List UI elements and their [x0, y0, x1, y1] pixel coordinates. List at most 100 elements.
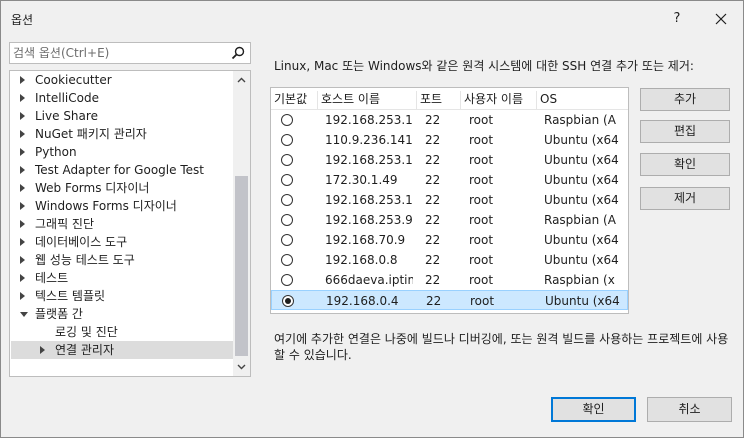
- tree-item-label: Live Share: [35, 109, 98, 123]
- collapse-arrow-icon[interactable]: [20, 112, 25, 120]
- tree-item[interactable]: NuGet 패키지 관리자: [11, 125, 233, 143]
- collapse-arrow-icon[interactable]: [20, 94, 25, 102]
- tree-item-label: 그래픽 진단: [35, 217, 95, 231]
- tree-item[interactable]: Live Share: [11, 107, 233, 125]
- tree-scrollbar[interactable]: [233, 71, 250, 376]
- column-header-user[interactable]: 사용자 이름: [461, 91, 537, 109]
- default-radio[interactable]: [282, 295, 294, 307]
- collapse-arrow-icon[interactable]: [20, 166, 25, 174]
- connection-row[interactable]: 192.168.253.199 22 root Raspbian (A: [271, 110, 628, 130]
- scroll-down-icon[interactable]: [237, 362, 246, 371]
- ok-button[interactable]: 확인: [551, 397, 636, 422]
- default-radio[interactable]: [281, 234, 293, 246]
- user-cell: root: [469, 133, 494, 147]
- tree-item[interactable]: Test Adapter for Google Test: [11, 161, 233, 179]
- default-radio[interactable]: [281, 134, 293, 146]
- host-cell: 192.168.253.199: [325, 113, 413, 127]
- default-radio[interactable]: [281, 274, 293, 286]
- port-cell: 22: [425, 133, 441, 147]
- tree-item[interactable]: Web Forms 디자이너: [11, 179, 233, 197]
- connection-row[interactable]: 666daeva.iptime 22 root Raspbian (x: [271, 270, 628, 290]
- tree-item[interactable]: 로깅 및 진단: [11, 323, 233, 341]
- user-cell: root: [469, 113, 494, 127]
- add-connection-button[interactable]: 추가: [640, 88, 730, 111]
- help-button[interactable]: ?: [667, 9, 687, 29]
- host-cell: 110.9.236.141: [325, 133, 413, 147]
- column-header-os[interactable]: OS: [537, 91, 628, 109]
- tree-item[interactable]: 연결 관리자: [11, 341, 233, 359]
- tree-item-label: Web Forms 디자이너: [35, 181, 150, 195]
- remove-connection-button[interactable]: 제거: [640, 187, 730, 210]
- collapse-arrow-icon[interactable]: [20, 274, 25, 282]
- scroll-up-icon[interactable]: [237, 76, 246, 85]
- port-cell: 22: [425, 173, 441, 187]
- collapse-arrow-icon[interactable]: [20, 202, 25, 210]
- cancel-button[interactable]: 취소: [647, 397, 732, 422]
- tree-item[interactable]: 웹 성능 테스트 도구: [11, 251, 233, 269]
- connection-row[interactable]: 192.168.253.110 22 root Ubuntu (x64: [271, 150, 628, 170]
- os-cell: Ubuntu (x64: [544, 153, 619, 167]
- connection-row[interactable]: 192.168.0.4 22 root Ubuntu (x64: [271, 290, 628, 310]
- collapse-arrow-icon[interactable]: [20, 130, 25, 138]
- host-cell: 666daeva.iptime: [325, 273, 413, 287]
- tree-item[interactable]: 데이터베이스 도구: [11, 233, 233, 251]
- verify-connection-button[interactable]: 확인: [640, 153, 730, 176]
- collapse-arrow-icon[interactable]: [20, 148, 25, 156]
- collapse-arrow-icon[interactable]: [20, 184, 25, 192]
- port-cell: 22: [425, 253, 441, 267]
- user-cell: root: [470, 294, 495, 308]
- collapse-arrow-icon[interactable]: [20, 238, 25, 246]
- tree-item[interactable]: 테스트: [11, 269, 233, 287]
- tree-item[interactable]: 그래픽 진단: [11, 215, 233, 233]
- connections-list[interactable]: 기본값 호스트 이름 포트 사용자 이름 OS 192.168.253.199 2…: [270, 87, 629, 314]
- default-radio[interactable]: [281, 114, 293, 126]
- os-cell: Raspbian (A: [544, 213, 616, 227]
- column-header-host[interactable]: 호스트 이름: [318, 91, 417, 109]
- tree-item-label: 플랫폼 간: [35, 307, 83, 321]
- column-header-port[interactable]: 포트: [417, 91, 461, 109]
- tree-item[interactable]: 텍스트 템플릿: [11, 287, 233, 305]
- close-button[interactable]: [709, 9, 733, 29]
- collapse-arrow-icon[interactable]: [20, 76, 25, 84]
- tree-item-label: 테스트: [35, 271, 69, 285]
- port-cell: 22: [426, 294, 442, 308]
- connection-row[interactable]: 192.168.253.197 22 root Ubuntu (x64: [271, 190, 628, 210]
- options-dialog: 옵션 ? Cookiecutter IntelliCode Live Share Nu…: [0, 0, 744, 438]
- search-box[interactable]: [9, 42, 251, 64]
- connection-row[interactable]: 110.9.236.141 22 root Ubuntu (x64: [271, 130, 628, 150]
- tree-item[interactable]: Windows Forms 디자이너: [11, 197, 233, 215]
- expand-arrow-icon[interactable]: [20, 312, 28, 317]
- connection-row[interactable]: 172.30.1.49 22 root Ubuntu (x64: [271, 170, 628, 190]
- default-radio[interactable]: [281, 254, 293, 266]
- user-cell: root: [469, 153, 494, 167]
- user-cell: root: [469, 233, 494, 247]
- connection-row[interactable]: 192.168.70.9 22 root Ubuntu (x64: [271, 230, 628, 250]
- collapse-arrow-icon[interactable]: [40, 346, 45, 354]
- tree-item[interactable]: Cookiecutter: [11, 71, 233, 89]
- tree-item[interactable]: 플랫폼 간: [11, 305, 233, 323]
- search-icon[interactable]: [230, 45, 246, 61]
- os-cell: Ubuntu (x64: [544, 193, 619, 207]
- os-cell: Ubuntu (x64: [544, 233, 619, 247]
- default-radio[interactable]: [281, 214, 293, 226]
- search-input[interactable]: [13, 45, 225, 61]
- host-cell: 192.168.70.9: [325, 233, 406, 247]
- default-radio[interactable]: [281, 154, 293, 166]
- tree-item[interactable]: Python: [11, 143, 233, 161]
- edit-connection-button[interactable]: 편집: [640, 120, 730, 143]
- column-header-default[interactable]: 기본값: [271, 91, 318, 109]
- user-cell: root: [469, 173, 494, 187]
- tree-item-label: 로깅 및 진단: [55, 325, 118, 339]
- default-radio[interactable]: [281, 194, 293, 206]
- collapse-arrow-icon[interactable]: [20, 220, 25, 228]
- scrollbar-thumb[interactable]: [235, 176, 248, 356]
- connection-row[interactable]: 192.168.0.8 22 root Ubuntu (x64: [271, 250, 628, 270]
- dialog-title: 옵션: [11, 13, 34, 27]
- collapse-arrow-icon[interactable]: [20, 292, 25, 300]
- tree-item[interactable]: IntelliCode: [11, 89, 233, 107]
- options-tree[interactable]: Cookiecutter IntelliCode Live Share NuGet 패…: [9, 70, 251, 377]
- connection-row[interactable]: 192.168.253.9 22 root Raspbian (A: [271, 210, 628, 230]
- default-radio[interactable]: [281, 174, 293, 186]
- tree-item-label: Cookiecutter: [35, 73, 112, 87]
- collapse-arrow-icon[interactable]: [20, 256, 25, 264]
